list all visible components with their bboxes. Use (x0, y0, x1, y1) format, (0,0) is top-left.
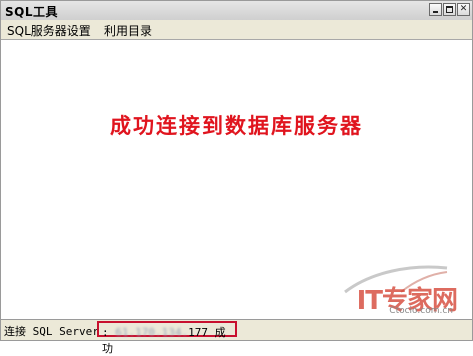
title-bar[interactable]: SQL工具 ✕ (1, 1, 472, 21)
status-connection-panel: : 61.170.134.177 成功 (97, 321, 237, 355)
close-icon: ✕ (459, 4, 468, 14)
minimize-icon (433, 11, 438, 13)
watermark: IT专家网 Ctocio.com.cn (311, 258, 461, 318)
connection-success-message: 成功连接到数据库服务器 (110, 113, 363, 138)
maximize-button[interactable] (443, 3, 456, 16)
status-bar: 连接 SQL Server : 61.170.134.177 成功 (1, 319, 472, 355)
minimize-button[interactable] (429, 3, 442, 16)
menu-sql-server-settings[interactable]: SQL服务器设置 (4, 22, 94, 39)
menu-exploit-directory[interactable]: 利用目录 (101, 22, 155, 39)
window-controls: ✕ (429, 3, 470, 16)
status-prefix: : (102, 326, 116, 339)
window-title: SQL工具 (5, 5, 58, 19)
close-button[interactable]: ✕ (457, 3, 470, 16)
maximize-icon (446, 6, 453, 13)
watermark-url: Ctocio.com.cn (389, 306, 453, 316)
menu-bar: SQL服务器设置 利用目录 (1, 20, 472, 40)
sql-tool-window: SQL工具 ✕ SQL服务器设置 利用目录 成功连接到数据库服务器 IT专家网 … (0, 0, 473, 355)
main-content-area: 成功连接到数据库服务器 IT专家网 Ctocio.com.cn (2, 40, 471, 320)
status-connection-value: : 61.170.134.177 成功 (102, 324, 235, 356)
status-ip-obscured: 61.170.134. (115, 326, 189, 339)
status-ip-tail: 177 (188, 326, 208, 339)
status-label: 连接 SQL Server (4, 325, 99, 338)
